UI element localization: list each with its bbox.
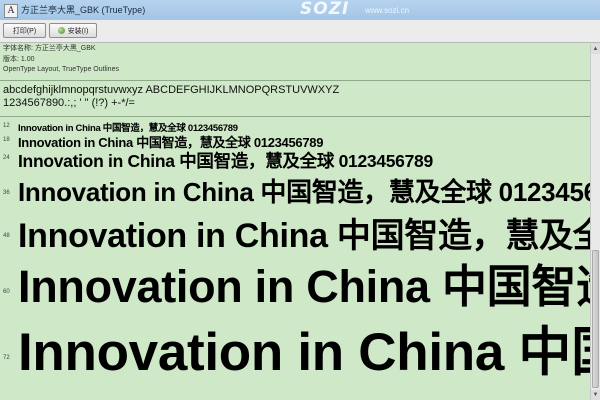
sample-text: Innovation in China 中国智造，慧及全球 0123456789 xyxy=(18,323,590,379)
sample-row-72: 72 Innovation in China 中国智造，慧及全球 01234567… xyxy=(0,310,590,379)
install-button-label: 安装(I) xyxy=(67,27,89,35)
scroll-up-icon[interactable]: ▲ xyxy=(591,44,600,54)
sample-text: Innovation in China 中国智造，慧及全球 0123456789 xyxy=(18,151,433,171)
charset-letters: abcdefghijklmnopqrstuvwxyz ABCDEFGHIJKLM… xyxy=(3,84,340,96)
sample-text: Innovation in China 中国智造，慧及全球 0123456789 xyxy=(18,217,590,252)
sample-row-60: 60 Innovation in China 中国智造，慧及全球 01234567… xyxy=(0,250,590,309)
scroll-thumb[interactable] xyxy=(592,250,599,388)
print-button-label: 打印(P) xyxy=(12,27,37,35)
charset-symbols: 1234567890.:,; ' " (!?) +-*/= xyxy=(3,97,135,109)
sample-size-label: 24 xyxy=(3,155,10,161)
font-name-line: 字体名称: 方正兰亭大黑_GBK xyxy=(3,45,96,52)
divider-top xyxy=(0,80,600,81)
sample-size-label: 36 xyxy=(3,190,10,196)
print-button[interactable]: 打印(P) xyxy=(3,23,46,38)
scroll-down-icon[interactable]: ▼ xyxy=(591,390,600,400)
watermark-logo: SOZI xyxy=(300,0,350,19)
sample-size-label: 12 xyxy=(3,123,10,129)
window-title: 方正兰亭大黑_GBK (TrueType) xyxy=(21,5,146,15)
sample-row-18: 18 Innovation in China 中国智造，慧及全球 01234567… xyxy=(0,132,590,149)
sample-size-label: 18 xyxy=(3,137,10,143)
sample-text: Innovation in China 中国智造，慧及全球 0123456789 xyxy=(18,177,590,206)
outline-line: OpenType Layout, TrueType Outlines xyxy=(3,66,119,73)
sample-size-label: 60 xyxy=(3,289,10,295)
watermark-url: www.sozi.cn xyxy=(365,6,410,15)
sample-size-label: 72 xyxy=(3,355,10,361)
version-line: 版本: 1.00 xyxy=(3,55,35,63)
toolbar: 打印(P) 安装(I) xyxy=(0,20,600,43)
sample-row-48: 48 Innovation in China 中国智造，慧及全球 01234567… xyxy=(0,208,590,252)
sample-text: Innovation in China 中国智造，慧及全球 0123456789 xyxy=(18,135,324,149)
sample-row-12: 12 Innovation in China 中国智造，慧及全球 01234567… xyxy=(0,120,590,132)
divider-samples xyxy=(0,116,600,117)
vertical-scrollbar[interactable]: ▲ ▼ xyxy=(590,44,600,400)
install-button[interactable]: 安装(I) xyxy=(49,23,97,38)
font-viewer-window: A 方正兰亭大黑_GBK (TrueType) SOZI www.sozi.cn… xyxy=(0,0,600,400)
sample-text: Innovation in China 中国智造，慧及全球 0123456789 xyxy=(18,261,590,309)
font-info: 字体名称: 方正兰亭大黑_GBK 版本: 1.00 OpenType Layou… xyxy=(3,44,119,76)
sample-row-24: 24 Innovation in China 中国智造，慧及全球 01234567… xyxy=(0,148,590,171)
sample-text: Innovation in China 中国智造，慧及全球 0123456789 xyxy=(18,123,238,132)
install-globe-icon xyxy=(57,27,65,34)
title-bar[interactable]: A 方正兰亭大黑_GBK (TrueType) SOZI www.sozi.cn xyxy=(0,0,600,21)
font-file-icon: A xyxy=(4,4,18,18)
sample-size-label: 48 xyxy=(3,233,10,239)
sample-row-36: 36 Innovation in China 中国智造，慧及全球 01234567… xyxy=(0,172,590,206)
